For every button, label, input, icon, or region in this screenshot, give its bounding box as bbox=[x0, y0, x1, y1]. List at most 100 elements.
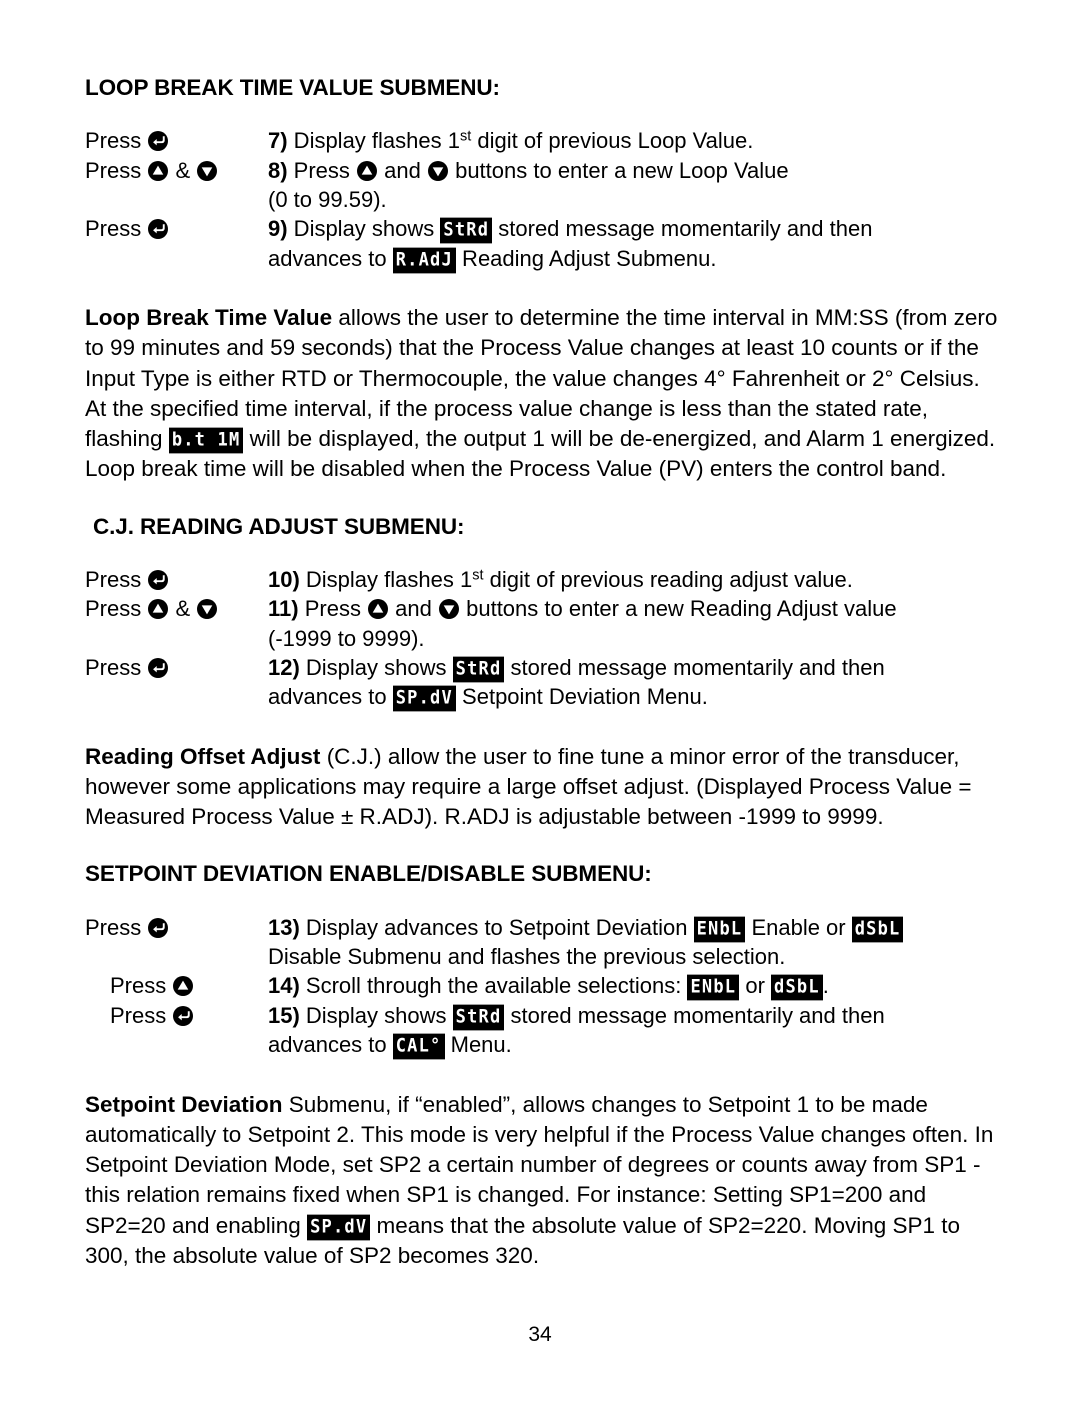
step-row: Press 15) Display shows StRd stored mess… bbox=[85, 1001, 1000, 1060]
step-number: 10) bbox=[268, 566, 300, 592]
step-line: 8) Press and buttons to enter a new Loop… bbox=[268, 157, 789, 183]
lcd-display-badge: StRd bbox=[452, 656, 505, 683]
up-arrow-button-icon[interactable] bbox=[148, 160, 169, 181]
step-row: Press 12) Display shows StRd stored mess… bbox=[85, 653, 1000, 712]
press-instruction: Press bbox=[85, 126, 268, 155]
press-label: Press bbox=[85, 596, 148, 622]
step-line: 7) Display flashes 1st digit of previous… bbox=[268, 128, 754, 154]
ampersand-separator: & bbox=[169, 157, 197, 183]
step-line: 10) Display flashes 1st digit of previou… bbox=[268, 566, 853, 592]
step-line: 9) Display shows StRd stored message mom… bbox=[268, 214, 1000, 244]
step-number: 14) bbox=[268, 973, 300, 999]
bold-term: Reading Offset Adjust bbox=[85, 743, 321, 769]
press-instruction: Press bbox=[85, 913, 268, 942]
down-arrow-button-icon[interactable] bbox=[197, 160, 218, 181]
lcd-display-badge: dSbL bbox=[771, 975, 823, 1001]
section-heading-setpoint-deviation: SETPOINT DEVIATION ENABLE/DISABLE SUBMEN… bbox=[85, 861, 652, 887]
step-row: Press 14) Scroll through the available s… bbox=[85, 971, 1000, 1001]
step-line: 11) Press and buttons to enter a new Rea… bbox=[268, 596, 897, 622]
press-instruction: Press bbox=[85, 214, 268, 243]
step-text: 14) Scroll through the available selecti… bbox=[268, 971, 1000, 1001]
up-arrow-button-icon[interactable] bbox=[357, 160, 378, 181]
press-label: Press bbox=[85, 128, 148, 154]
step-row: Press 10) Display flashes 1st digit of p… bbox=[85, 565, 1000, 594]
press-label: Press bbox=[110, 973, 173, 999]
press-instruction: Press bbox=[85, 565, 268, 594]
down-arrow-button-icon[interactable] bbox=[197, 599, 218, 620]
enter-button-icon[interactable] bbox=[148, 657, 169, 678]
lcd-display-badge: StRd bbox=[440, 217, 493, 244]
step-text: 8) Press and buttons to enter a new Loop… bbox=[268, 156, 1000, 215]
step-line: 13) Display advances to Setpoint Deviati… bbox=[268, 913, 1000, 943]
lcd-display-badge: ENbL bbox=[687, 975, 740, 1001]
lcd-display-badge: R.AdJ bbox=[392, 247, 456, 274]
press-label: Press bbox=[85, 216, 148, 242]
lcd-display-badge: ENbL bbox=[693, 916, 746, 943]
step-number: 9) bbox=[268, 216, 288, 242]
down-arrow-button-icon[interactable] bbox=[439, 599, 459, 620]
ordinal-suffix: st bbox=[472, 567, 484, 584]
step-row: Press 13) Display advances to Setpoint D… bbox=[85, 913, 1000, 972]
step-text: 7) Display flashes 1st digit of previous… bbox=[268, 126, 1000, 155]
step-text: 9) Display shows StRd stored message mom… bbox=[268, 214, 1000, 274]
enter-button-icon[interactable] bbox=[148, 569, 169, 590]
page-number: 34 bbox=[528, 1323, 552, 1346]
press-instruction: Press & bbox=[85, 156, 268, 185]
step-text: 13) Display advances to Setpoint Deviati… bbox=[268, 913, 1000, 972]
step-line: (-1999 to 9999). bbox=[268, 625, 425, 651]
lcd-display-badge: dSbL bbox=[851, 916, 904, 943]
section-heading-loop-break-time-value: LOOP BREAK TIME VALUE SUBMENU: bbox=[85, 75, 500, 100]
step-line: Disable Submenu and flashes the previous… bbox=[268, 944, 786, 970]
step-row: Press 7) Display flashes 1st digit of pr… bbox=[85, 126, 1000, 155]
down-arrow-button-icon[interactable] bbox=[427, 160, 448, 181]
step-row: Press & 11) Press and buttons to enter a… bbox=[85, 594, 1000, 653]
step-number: 11) bbox=[268, 596, 299, 622]
enter-button-icon[interactable] bbox=[148, 917, 169, 938]
section-heading-cj-reading-adjust: C.J. READING ADJUST SUBMENU: bbox=[93, 513, 465, 539]
enter-button-icon[interactable] bbox=[148, 219, 169, 240]
press-instruction: Press bbox=[85, 653, 268, 682]
step-list-cj-reading-adjust: Press 10) Display flashes 1st digit of p… bbox=[85, 565, 1000, 712]
up-arrow-button-icon[interactable] bbox=[148, 599, 169, 620]
press-label: Press bbox=[85, 914, 148, 940]
press-instruction: Press & bbox=[85, 594, 268, 623]
step-row: Press & 8) Press and buttons to enter a … bbox=[85, 156, 1000, 215]
lcd-display-badge: CAL° bbox=[392, 1033, 445, 1060]
step-text: 10) Display flashes 1st digit of previou… bbox=[268, 565, 1000, 594]
paragraph-reading-offset-adjust: Reading Offset Adjust (C.J.) allow the u… bbox=[85, 743, 972, 830]
step-row: Press 9) Display shows StRd stored messa… bbox=[85, 214, 1000, 274]
step-line: advances to CAL° Menu. bbox=[268, 1030, 1000, 1060]
lcd-display-badge: StRd bbox=[452, 1004, 505, 1031]
step-line: 14) Scroll through the available selecti… bbox=[268, 971, 1000, 1001]
press-label: Press bbox=[85, 157, 148, 183]
press-label: Press bbox=[85, 654, 148, 680]
ampersand-separator: & bbox=[169, 596, 197, 622]
step-text: 12) Display shows StRd stored message mo… bbox=[268, 653, 1000, 712]
press-label: Press bbox=[85, 566, 148, 592]
lcd-display-badge: SP.dV bbox=[307, 1214, 371, 1240]
step-line: advances to SP.dV Setpoint Deviation Men… bbox=[268, 682, 1000, 712]
step-text: 15) Display shows StRd stored message mo… bbox=[268, 1001, 1000, 1060]
press-label: Press bbox=[110, 1002, 173, 1028]
step-line: (0 to 99.59). bbox=[268, 187, 387, 213]
step-text: 11) Press and buttons to enter a new Rea… bbox=[268, 594, 1000, 653]
ordinal-suffix: st bbox=[459, 128, 472, 145]
step-line: 15) Display shows StRd stored message mo… bbox=[268, 1001, 1000, 1031]
up-arrow-button-icon[interactable] bbox=[368, 599, 389, 620]
enter-button-icon[interactable] bbox=[173, 1005, 194, 1026]
step-number: 12) bbox=[268, 654, 300, 680]
enter-button-icon[interactable] bbox=[148, 131, 169, 152]
step-line: 12) Display shows StRd stored message mo… bbox=[268, 653, 1000, 683]
lcd-display-badge: SP.dV bbox=[392, 685, 456, 712]
up-arrow-button-icon[interactable] bbox=[173, 976, 194, 997]
paragraph-loop-break-time-value: Loop Break Time Value allows the user to… bbox=[85, 305, 998, 482]
manual-page: LOOP BREAK TIME VALUE SUBMENU: Press 7) … bbox=[0, 0, 1080, 1412]
page-content: LOOP BREAK TIME VALUE SUBMENU: Press 7) … bbox=[85, 75, 1000, 1301]
step-line: advances to R.AdJ Reading Adjust Submenu… bbox=[268, 244, 1000, 274]
step-list-setpoint-deviation: Press 13) Display advances to Setpoint D… bbox=[85, 913, 1000, 1060]
lcd-display-badge: b.t 1M bbox=[168, 427, 244, 454]
step-number: 7) bbox=[268, 128, 288, 154]
bold-term: Loop Break Time Value bbox=[85, 305, 333, 331]
step-number: 13) bbox=[268, 914, 300, 940]
press-instruction: Press bbox=[85, 1001, 268, 1030]
